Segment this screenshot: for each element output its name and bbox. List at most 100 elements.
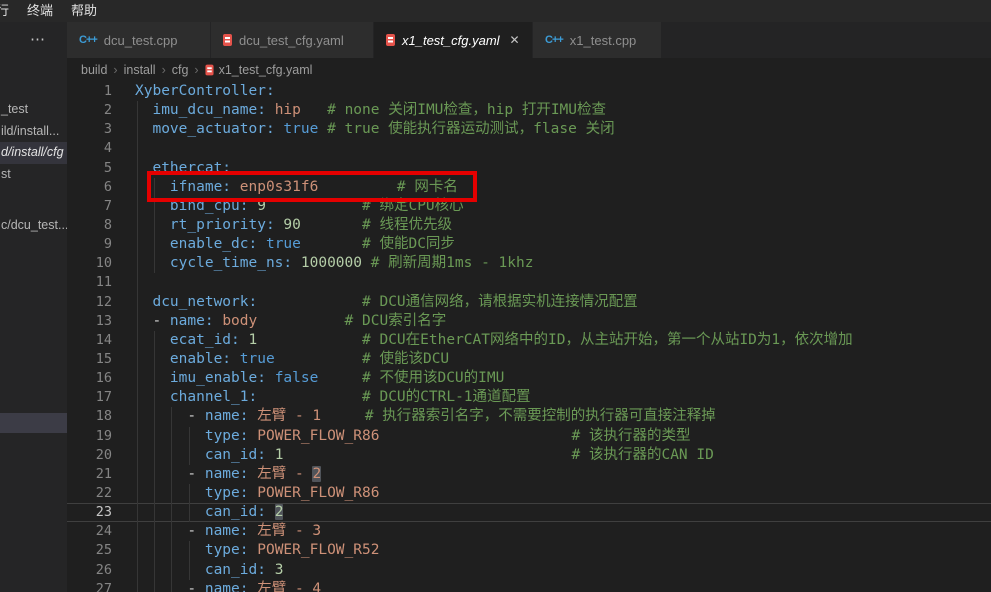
tab-x1_test.cpp[interactable]: C++x1_test.cpp: [533, 22, 661, 58]
indent-guide: [154, 331, 155, 350]
code-editor[interactable]: 1XyberController:2 imu_dcu_name: hip # n…: [67, 82, 991, 592]
code-line-22[interactable]: 22 type: POWER_FLOW_R86: [67, 484, 991, 503]
sidebar-list-item[interactable]: ild/install...: [0, 121, 67, 143]
code-line-27[interactable]: 27 - name: 左臂 - 4: [67, 580, 991, 592]
line-number: 2: [67, 101, 112, 120]
breadcrumb-item[interactable]: build: [81, 63, 107, 77]
code-line-7[interactable]: 7 bind_cpu: 9 # 绑定CPU核心: [67, 197, 991, 216]
tab-x1_test_cfg.yaml[interactable]: x1_test_cfg.yaml ✕: [374, 22, 532, 58]
code-token: can_id:: [205, 504, 266, 520]
code-token: enp0s31f6: [240, 179, 319, 195]
code-content: - name: body # DCU索引名字: [135, 312, 991, 331]
code-token: rt_priority:: [170, 217, 275, 233]
code-line-19[interactable]: 19 type: POWER_FLOW_R86 # 该执行器的类型: [67, 427, 991, 446]
code-line-8[interactable]: 8 rt_priority: 90 # 线程优先级: [67, 216, 991, 235]
code-line-1[interactable]: 1XyberController:: [67, 82, 991, 101]
indent-guide: [137, 101, 138, 120]
code-token: # 网卡名: [397, 179, 458, 195]
code-token: [266, 504, 275, 520]
menu-item-terminal[interactable]: 终端: [18, 0, 62, 22]
code-line-14[interactable]: 14 ecat_id: 1 # DCU在EtherCAT网络中的ID，从主站开始…: [67, 331, 991, 350]
code-line-2[interactable]: 2 imu_dcu_name: hip # none 关闭IMU检查，hip 打…: [67, 101, 991, 120]
code-line-25[interactable]: 25 type: POWER_FLOW_R52: [67, 541, 991, 560]
indent-guide: [137, 465, 138, 484]
code-line-3[interactable]: 3 move_actuator: true # true 使能执行器运动测试，f…: [67, 120, 991, 139]
menu-item-help[interactable]: 帮助: [62, 0, 106, 22]
tab-label: x1_test_cfg.yaml: [402, 33, 500, 48]
code-token: imu_dcu_name:: [152, 102, 266, 118]
menu-item-run[interactable]: 行: [0, 0, 18, 22]
code-token: [257, 294, 362, 310]
sidebar-list-item[interactable]: st: [0, 164, 67, 186]
code-token: [249, 542, 258, 558]
code-line-6[interactable]: 6 ifname: enp0s31f6 # 网卡名: [67, 178, 991, 197]
indent-guide: [154, 503, 155, 522]
breadcrumb-item[interactable]: cfg: [172, 63, 189, 77]
code-line-13[interactable]: 13 - name: body # DCU索引名字: [67, 312, 991, 331]
code-line-11[interactable]: 11: [67, 273, 991, 292]
code-line-20[interactable]: 20 can_id: 1 # 该执行器的CAN ID: [67, 446, 991, 465]
sidebar-list-item[interactable]: _test: [0, 99, 67, 121]
code-token: 2: [312, 466, 321, 482]
code-line-16[interactable]: 16 imu_enable: false # 不使用该DCU的IMU: [67, 369, 991, 388]
code-line-24[interactable]: 24 - name: 左臂 - 3: [67, 522, 991, 541]
code-token: [135, 217, 170, 233]
indent-guide: [154, 350, 155, 369]
code-token: [257, 236, 266, 252]
indent-guide: [137, 235, 138, 254]
tab-dcu_test.cpp[interactable]: C++dcu_test.cpp: [67, 22, 210, 58]
code-line-4[interactable]: 4: [67, 139, 991, 158]
more-actions-icon[interactable]: ⋯: [30, 30, 46, 48]
code-content: can_id: 3: [135, 561, 991, 580]
code-line-18[interactable]: 18 - name: 左臂 - 1 # 执行器索引名字，不需要控制的执行器可直接…: [67, 407, 991, 426]
breadcrumb-item-file[interactable]: x1_test_cfg.yaml: [205, 63, 313, 77]
code-line-17[interactable]: 17 channel_1: # DCU的CTRL-1通道配置: [67, 388, 991, 407]
tab-label: x1_test.cpp: [570, 33, 637, 48]
code-token: POWER_FLOW_R86: [257, 485, 379, 501]
indent-guide: [171, 580, 172, 592]
code-content: - name: 左臂 - 1 # 执行器索引名字，不需要控制的执行器可直接注释掉: [135, 407, 991, 426]
code-content: [135, 273, 991, 292]
code-line-10[interactable]: 10 cycle_time_ns: 1000000 # 刷新周期1ms - 1k…: [67, 254, 991, 273]
code-line-21[interactable]: 21 - name: 左臂 - 2: [67, 465, 991, 484]
code-line-5[interactable]: 5 ethercat:: [67, 159, 991, 178]
code-token: 90: [283, 217, 300, 233]
code-content: can_id: 2: [135, 503, 991, 522]
code-line-12[interactable]: 12 dcu_network: # DCU通信网络，请根据实机连接情况配置: [67, 293, 991, 312]
indent-guide: [171, 484, 172, 503]
indent-guide: [137, 388, 138, 407]
code-token: [292, 255, 301, 271]
tab-dcu_test_cfg.yaml[interactable]: dcu_test_cfg.yaml: [211, 22, 373, 58]
indent-guide: [171, 465, 172, 484]
indent-guide: [154, 235, 155, 254]
code-token: ifname:: [170, 179, 231, 195]
indent-guide: [154, 254, 155, 273]
code-line-26[interactable]: 26 can_id: 3: [67, 561, 991, 580]
indent-guide: [137, 331, 138, 350]
indent-guide: [189, 561, 190, 580]
code-token: # true 使能执行器运动测试，flase 关闭: [327, 121, 615, 137]
code-content: channel_1: # DCU的CTRL-1通道配置: [135, 388, 991, 407]
code-line-23[interactable]: 23 can_id: 2: [67, 503, 991, 522]
code-token: imu_enable:: [170, 370, 266, 386]
code-token: [318, 179, 397, 195]
line-number: 26: [67, 561, 112, 580]
code-content: type: POWER_FLOW_R86 # 该执行器的类型: [135, 427, 991, 446]
sidebar-list-item[interactable]: c/dcu_test...: [0, 215, 67, 237]
code-token: 1: [249, 332, 258, 348]
code-token: name:: [205, 408, 249, 424]
sidebar-selected-strip[interactable]: [0, 413, 67, 433]
code-line-9[interactable]: 9 enable_dc: true # 使能DC同步: [67, 235, 991, 254]
code-line-15[interactable]: 15 enable: true # 使能该DCU: [67, 350, 991, 369]
line-number: 8: [67, 216, 112, 235]
code-content: bind_cpu: 9 # 绑定CPU核心: [135, 197, 991, 216]
breadcrumb-item[interactable]: install: [124, 63, 156, 77]
close-tab-icon[interactable]: ✕: [510, 33, 520, 47]
line-number: 27: [67, 580, 112, 592]
line-number: 13: [67, 312, 112, 331]
tab-label: dcu_test.cpp: [104, 33, 178, 48]
code-token: -: [135, 466, 205, 482]
sidebar-list-item[interactable]: d/install/cfg: [0, 142, 67, 164]
indent-guide: [137, 427, 138, 446]
indent-guide: [154, 216, 155, 235]
